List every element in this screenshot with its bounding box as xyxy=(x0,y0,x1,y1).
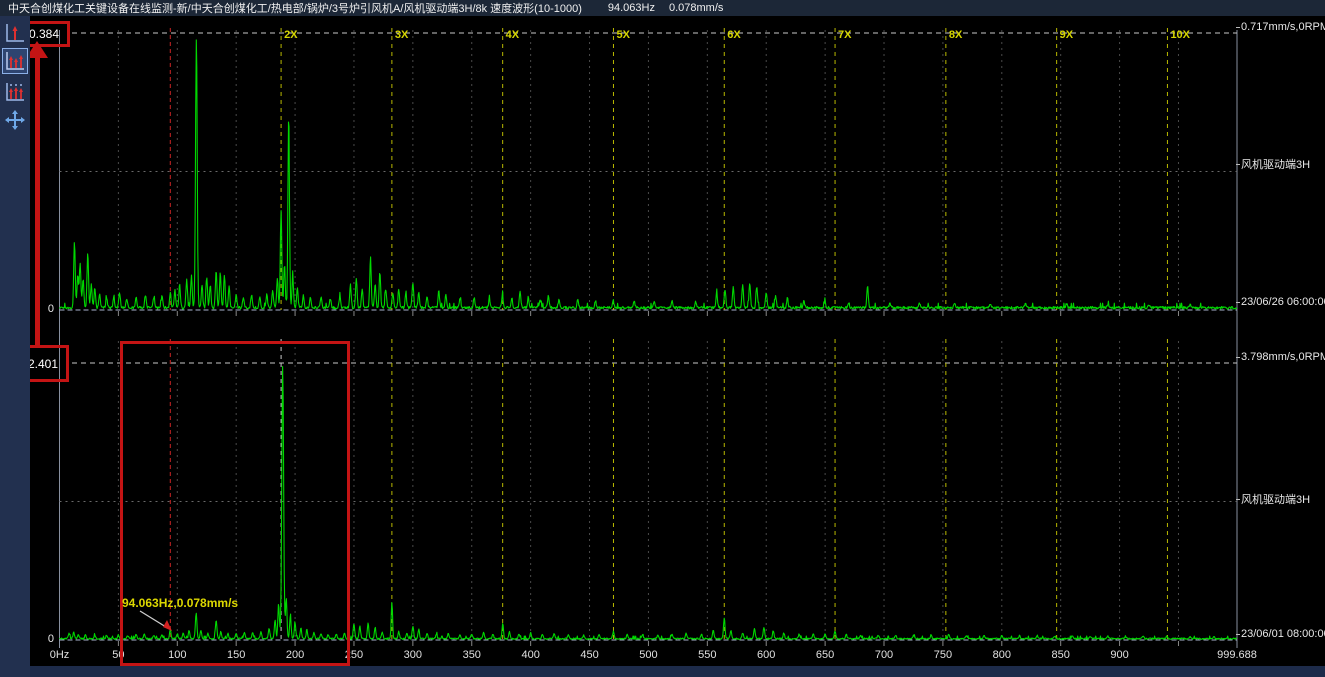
harmonic-order-label: 10X xyxy=(1170,29,1190,41)
x-axis-tick-label: 300 xyxy=(404,649,422,661)
cursor-frequency-readout: 94.063Hz xyxy=(608,2,655,14)
x-axis-tick-label: 600 xyxy=(757,649,775,661)
bottom-chart-channel-label: 风机驱动端3H xyxy=(1241,491,1310,507)
cursor-amplitude-readout: 0.078mm/s xyxy=(669,2,723,14)
x-axis-tick-label: 850 xyxy=(1051,649,1069,661)
x-axis-tick-label: 800 xyxy=(993,649,1011,661)
scale-callout-arrow-shaft xyxy=(35,57,40,345)
pan-button[interactable] xyxy=(3,108,27,132)
harmonic-order-label: 5X xyxy=(616,29,630,41)
window-title: 中天合创煤化工关键设备在线监测-新/中天合创煤化工/热电部/锅炉/3号炉引风机A… xyxy=(8,0,582,16)
harmonic-order-label: 8X xyxy=(949,29,963,41)
app-window: 中天合创煤化工关键设备在线监测-新/中天合创煤化工/热电部/锅炉/3号炉引风机A… xyxy=(0,0,1325,677)
top-chart-timestamp-label: 23/06/26 06:00:00 xyxy=(1241,296,1325,308)
bottom-chart-zero-label: 0 xyxy=(38,633,54,645)
x-axis-tick-label: 900 xyxy=(1110,649,1128,661)
harmonic-cursor-spectrum-button[interactable] xyxy=(3,49,27,73)
top-scale-value: 0.384 xyxy=(29,27,59,41)
bottom-chart-fullscale-label: 3.798mm/s,0RPM xyxy=(1241,351,1325,363)
harmonic-order-label: 2X xyxy=(284,29,298,41)
top-chart-fullscale-label: 0.717mm/s,0RPM xyxy=(1241,21,1325,33)
x-axis-tick-label: 0Hz xyxy=(50,649,70,661)
x-axis-tick-label: 350 xyxy=(463,649,481,661)
title-bar: 中天合创煤化工关键设备在线监测-新/中天合创煤化工/热电部/锅炉/3号炉引风机A… xyxy=(0,0,1325,16)
pan-move-icon xyxy=(3,108,27,132)
harmonic-order-label: 9X xyxy=(1060,29,1074,41)
harmonic-order-label: 7X xyxy=(838,29,852,41)
harmonic-order-label: 3X xyxy=(395,29,409,41)
harmonic-order-label: 4X xyxy=(506,29,520,41)
sideband-cursor-spectrum-button[interactable] xyxy=(3,80,27,104)
x-axis-tick-label: 700 xyxy=(875,649,893,661)
bottom-scale-value: 2.401 xyxy=(28,357,58,371)
single-cursor-spectrum-icon xyxy=(3,21,27,45)
x-axis-tick-label: 550 xyxy=(698,649,716,661)
single-cursor-spectrum-button[interactable] xyxy=(3,21,27,45)
sideband-cursor-spectrum-icon xyxy=(3,80,27,104)
bottom-status-strip xyxy=(0,666,1325,677)
x-axis-tick-label: 750 xyxy=(934,649,952,661)
x-axis-tick-label: 450 xyxy=(580,649,598,661)
bottom-chart-timestamp-label: 23/06/01 08:00:00 xyxy=(1241,628,1325,640)
top-chart-channel-label: 风机驱动端3H xyxy=(1241,156,1310,172)
x-axis-tick-label: 650 xyxy=(816,649,834,661)
x-axis-tick-label: 400 xyxy=(521,649,539,661)
harmonic-order-label: 6X xyxy=(727,29,741,41)
x-axis-tick-label: 500 xyxy=(639,649,657,661)
peak-annotation-text: 94.063Hz,0.078mm/s xyxy=(122,596,238,610)
x-axis-tick-label: 999.688 xyxy=(1217,649,1257,661)
harmonic-cursor-spectrum-icon xyxy=(3,49,27,73)
top-chart-zero-label: 0 xyxy=(38,303,54,315)
toolbar-sidebar xyxy=(0,16,30,677)
zoom-selection-rectangle xyxy=(120,341,350,666)
